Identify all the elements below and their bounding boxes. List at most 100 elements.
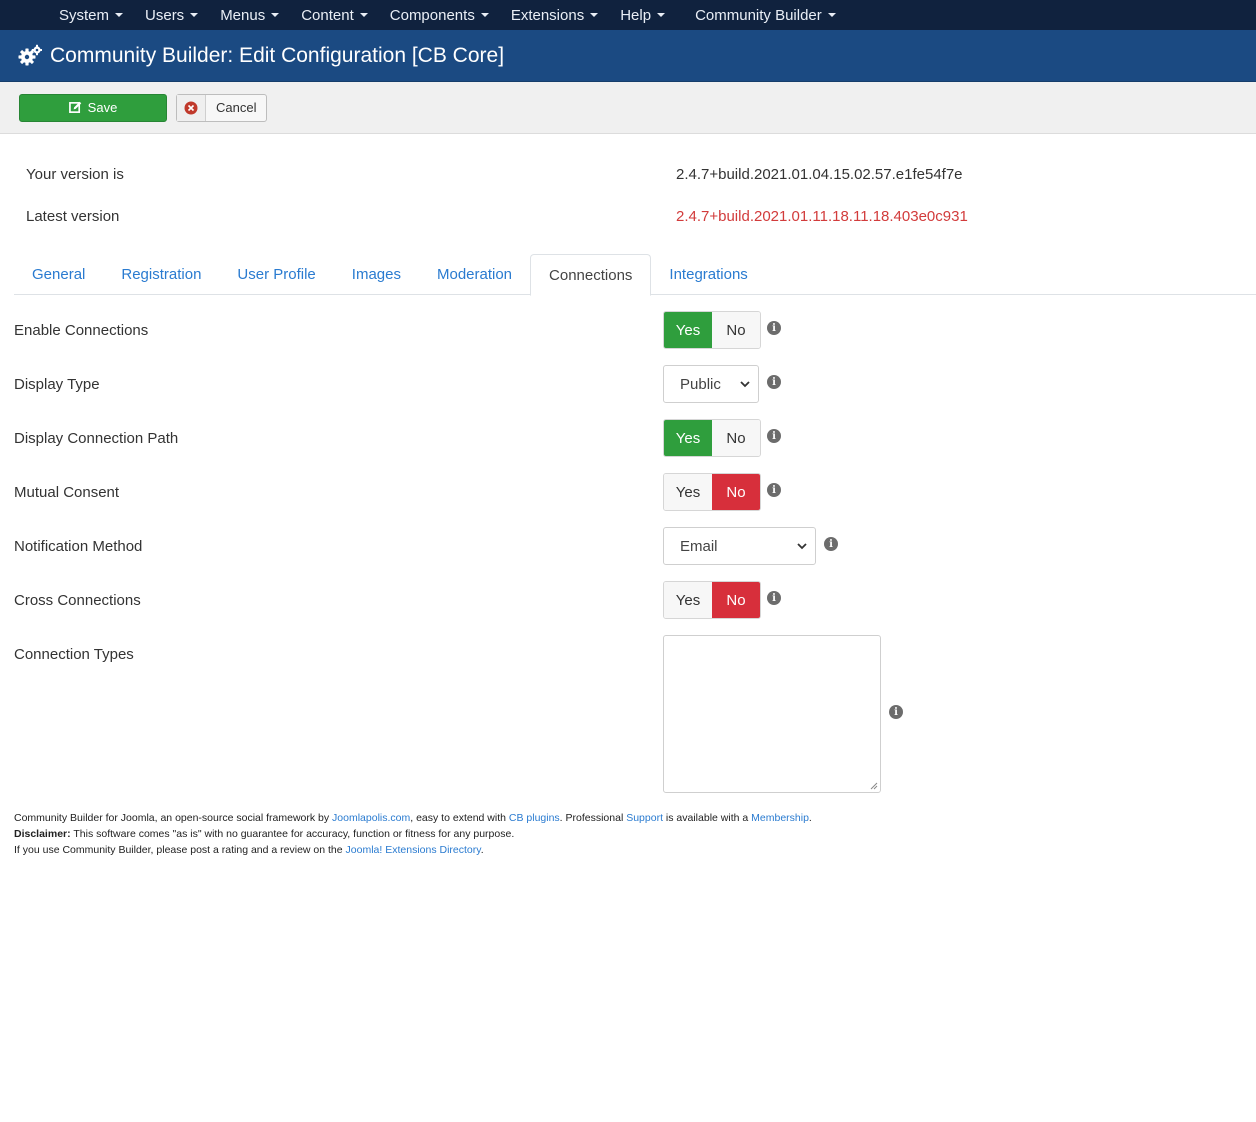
mutual-consent-toggle: Yes No [663,473,761,511]
footer-line-2: Disclaimer: This software comes "as is" … [14,826,812,842]
display-type-value: Public [680,375,721,393]
tab-general[interactable]: General [14,254,103,295]
display-type-select[interactable]: Public [663,365,759,403]
footer-text: , easy to extend with [410,812,509,824]
display-connection-path-label: Display Connection Path [14,430,179,447]
tab-user-profile[interactable]: User Profile [219,254,333,295]
tab-images[interactable]: Images [334,254,419,295]
cross-connections-label: Cross Connections [14,592,141,609]
caret-down-icon [115,13,124,17]
menu-menus[interactable]: Menus [209,7,290,24]
save-label: Save [87,100,118,115]
menu-label: Community Builder [695,6,822,24]
jed-link[interactable]: Joomla! Extensions Directory [346,844,481,856]
cross-connections-no[interactable]: No [712,582,760,618]
notification-method-value: Email [680,537,718,555]
gears-icon [18,44,42,65]
edit-icon [68,101,81,113]
info-icon[interactable]: i [767,375,781,389]
membership-link[interactable]: Membership [751,812,809,824]
footer-text: Community Builder for Joomla, an open-so… [14,812,333,824]
notification-method-select[interactable]: Email [663,527,816,565]
caret-down-icon [480,13,489,17]
menu-extensions[interactable]: Extensions [500,7,609,24]
config-tabs: General Registration User Profile Images… [14,254,1256,296]
mutual-consent-label: Mutual Consent [14,484,120,501]
resize-grip-icon[interactable] [870,782,878,790]
current-version-value: 2.4.7+build.2021.01.04.15.02.57.e1fe54f7… [676,166,963,183]
footer-text: If you use Community Builder, please pos… [14,844,346,856]
info-icon[interactable]: i [824,537,838,551]
caret-down-icon [271,13,280,17]
enable-connections-yes[interactable]: Yes [664,312,712,348]
footer-text: is available with a [663,812,752,824]
menu-users[interactable]: Users [134,7,209,24]
caret-down-icon [359,13,368,17]
page-title: Community Builder: Edit Configuration [C… [50,43,505,67]
display-connection-path-no[interactable]: No [712,420,760,456]
menu-label: Menus [220,6,266,24]
info-icon[interactable]: i [767,483,781,497]
cancel-label: Cancel [216,100,257,115]
footer-text: . Professional [559,812,627,824]
support-link[interactable]: Support [626,812,663,824]
cancel-button[interactable]: Cancel [176,93,268,122]
info-icon[interactable]: i [767,591,781,605]
menu-help[interactable]: Help [609,7,676,24]
menu-components[interactable]: Components [379,7,500,24]
notification-method-label: Notification Method [14,538,143,555]
enable-connections-toggle: Yes No [663,311,761,349]
info-icon[interactable]: i [889,705,903,719]
footer-line-1: Community Builder for Joomla, an open-so… [14,810,812,826]
tab-connections[interactable]: Connections [530,254,652,296]
mutual-consent-no[interactable]: No [712,474,760,510]
toolbar: Save Cancel [0,82,1256,134]
display-connection-path-yes[interactable]: Yes [664,420,712,456]
menu-label: Help [620,6,652,24]
latest-version-label: Latest version [26,208,120,225]
menu-label: Extensions [510,6,585,24]
menu-system[interactable]: System [48,7,134,24]
caret-down-icon [590,13,599,17]
menu-content[interactable]: Content [290,7,379,24]
menu-community-builder[interactable]: Community Builder [684,7,847,24]
disclaimer-text: This software comes "as is" with no guar… [70,828,515,840]
caret-down-icon [190,13,199,17]
enable-connections-no[interactable]: No [712,312,760,348]
tab-registration[interactable]: Registration [103,254,219,295]
cross-connections-toggle: Yes No [663,581,761,619]
latest-version-value: 2.4.7+build.2021.01.11.18.11.18.403e0c93… [676,208,968,225]
info-icon[interactable]: i [767,429,781,443]
tab-integrations[interactable]: Integrations [651,254,765,295]
footer-line-3: If you use Community Builder, please pos… [14,842,812,858]
menu-label: Components [389,6,475,24]
cancel-icon-box [177,94,206,121]
menu-label: Content [301,6,354,24]
connection-types-textarea[interactable] [663,635,881,793]
save-button[interactable]: Save [19,93,167,122]
menu-label: Users [145,6,185,24]
footer: Community Builder for Joomla, an open-so… [14,810,812,858]
menu-label: System [59,6,110,24]
disclaimer-label: Disclaimer: [14,828,71,840]
caret-down-icon [827,13,836,17]
chevron-down-icon [797,542,807,549]
mutual-consent-yes[interactable]: Yes [664,474,712,510]
cross-connections-yes[interactable]: Yes [664,582,712,618]
current-version-label: Your version is [26,166,124,183]
display-connection-path-toggle: Yes No [663,419,761,457]
footer-text: . [808,812,812,824]
cancel-circle-icon [184,101,198,114]
caret-down-icon [657,13,666,17]
info-icon[interactable]: i [767,321,781,335]
connection-types-label: Connection Types [14,646,134,663]
enable-connections-label: Enable Connections [14,322,149,339]
top-navigation: System Users Menus Content Components Ex… [0,0,1256,30]
joomlapolis-link[interactable]: Joomlapolis.com [332,812,410,824]
footer-text: . [480,844,484,856]
chevron-down-icon [740,380,750,387]
tab-moderation[interactable]: Moderation [419,254,530,295]
cb-plugins-link[interactable]: CB plugins [509,812,560,824]
display-type-label: Display Type [14,376,100,393]
title-bar: Community Builder: Edit Configuration [C… [0,30,1256,82]
